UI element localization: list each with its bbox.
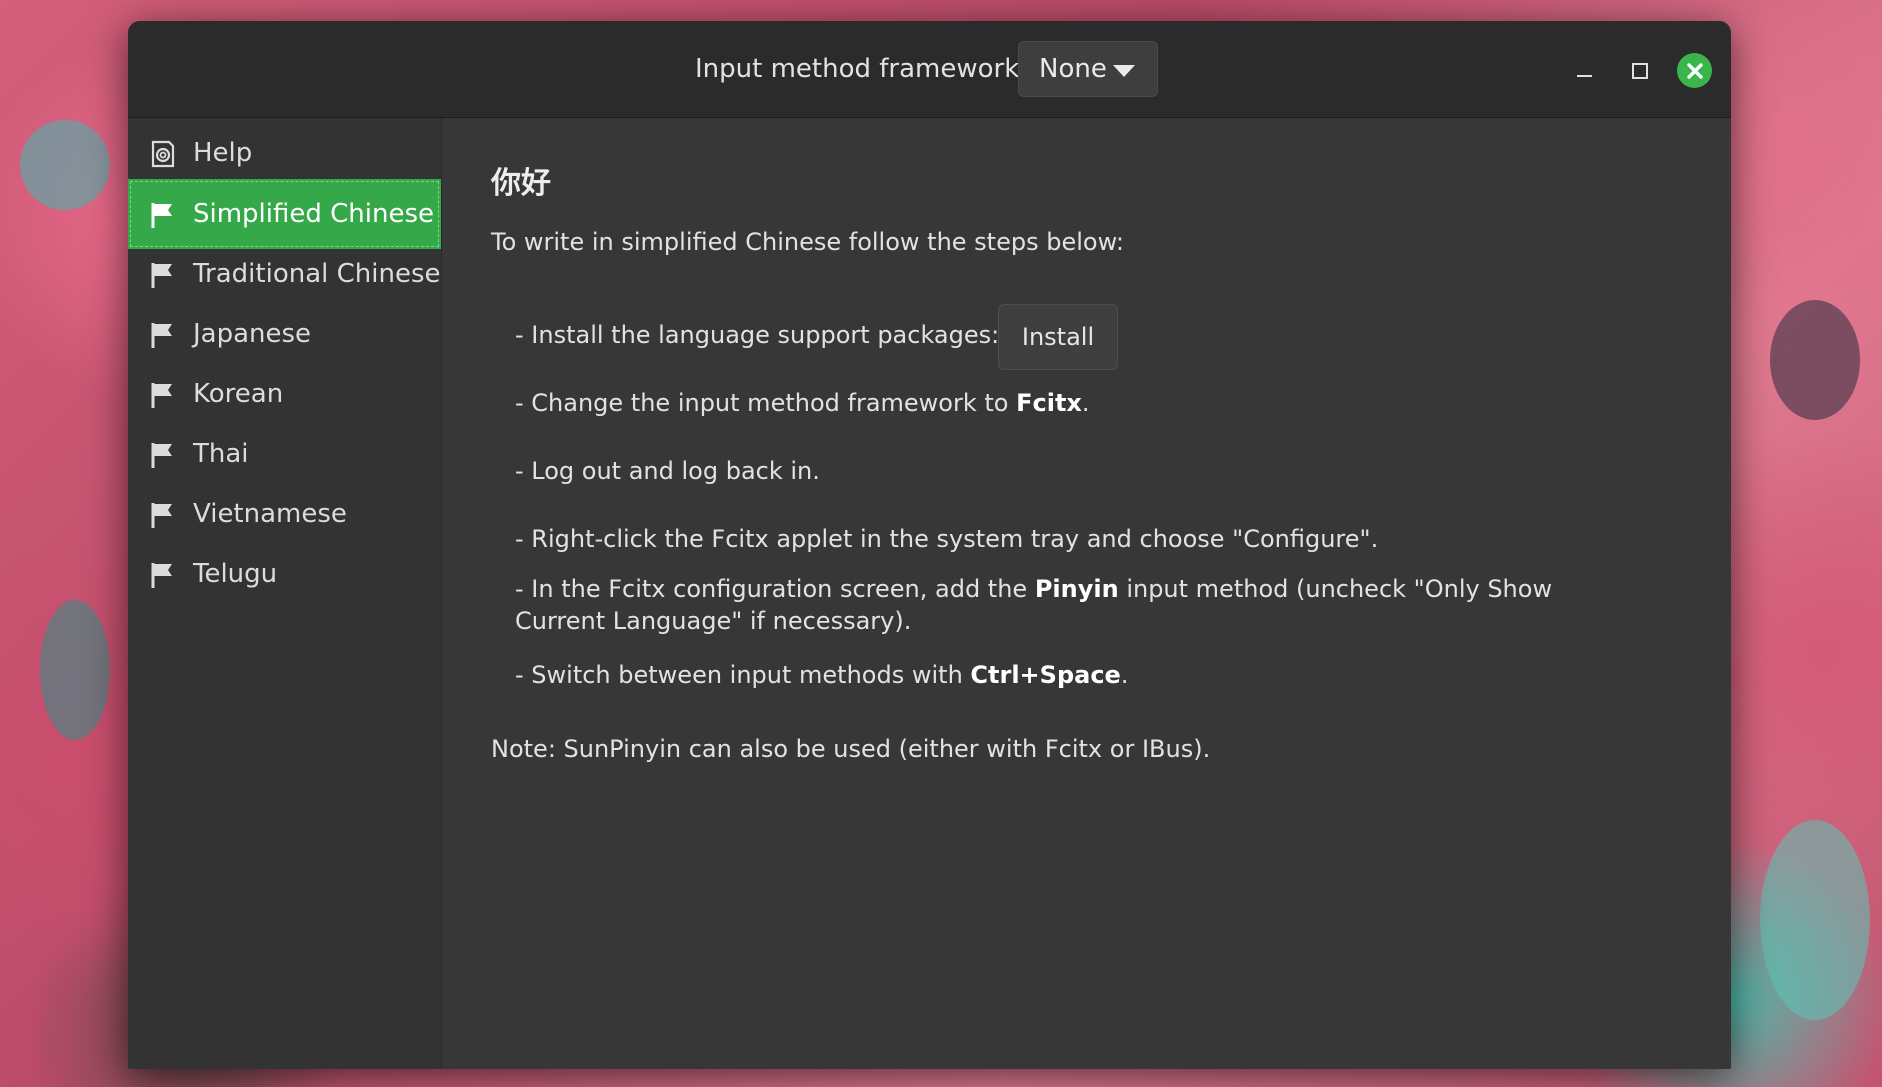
sidebar-item-label: Japanese <box>193 319 312 349</box>
wallpaper-splash <box>40 600 110 740</box>
sidebar-item-label: Telugu <box>193 559 278 589</box>
sidebar-item-label: Traditional Chinese <box>193 259 441 289</box>
flag-icon <box>150 561 176 589</box>
wallpaper-splash <box>1760 820 1870 1020</box>
install-button[interactable]: Install <box>998 304 1118 370</box>
flag-icon <box>150 381 176 409</box>
sidebar-item-label: Korean <box>193 379 284 409</box>
step-pinyin-bold: Pinyin <box>1034 575 1119 603</box>
step-configure-text: - Right-click the Fcitx applet in the sy… <box>515 525 1379 553</box>
content-pane: 你好 To write in simplified Chinese follow… <box>442 118 1731 1069</box>
step-switch-post: . <box>1120 661 1129 689</box>
step-framework-pre: - Change the input method framework to <box>515 389 1017 417</box>
step-switch-bold: Ctrl+Space <box>970 661 1121 689</box>
page-title: 你好 <box>491 166 551 201</box>
chevron-down-icon <box>1113 65 1135 77</box>
step-switch-pre: - Switch between input methods with <box>515 661 971 689</box>
help-icon <box>150 140 176 168</box>
framework-value: None <box>1039 54 1107 84</box>
sidebar-item-label: Thai <box>193 439 249 469</box>
step-install-text: - Install the language support packages: <box>515 321 1000 349</box>
sidebar-item-telugu[interactable]: Telugu <box>128 539 441 609</box>
flag-icon <box>150 261 176 289</box>
framework-dropdown[interactable]: None <box>1018 41 1158 97</box>
sidebar-item-help[interactable]: Help <box>128 118 441 188</box>
step-logout-text: - Log out and log back in. <box>515 457 820 485</box>
flag-icon <box>150 201 176 229</box>
sidebar-item-label: Simplified Chinese <box>193 199 435 229</box>
framework-label: Input method framework: <box>695 54 1029 84</box>
app-window: Input method framework: None Help Simpli… <box>128 21 1731 1069</box>
close-icon[interactable] <box>1677 53 1712 88</box>
maximize-icon[interactable] <box>1622 53 1656 87</box>
step-pinyin-pre: - In the Fcitx configuration screen, add… <box>515 575 1035 603</box>
flag-icon <box>150 501 176 529</box>
intro-text: To write in simplified Chinese follow th… <box>491 228 1124 256</box>
sidebar: Help Simplified Chinese Traditional Chin… <box>128 118 442 1069</box>
header-bar: Input method framework: None <box>128 21 1731 118</box>
step-switch-text: - Switch between input methods with Ctrl… <box>515 661 1128 689</box>
step-framework-post: . <box>1081 389 1090 417</box>
step-framework-text: - Change the input method framework to F… <box>515 389 1090 417</box>
sidebar-item-label: Vietnamese <box>193 499 347 529</box>
wallpaper-splash <box>20 120 110 210</box>
flag-icon <box>150 441 176 469</box>
wallpaper-splash <box>1770 300 1860 420</box>
step-pinyin-text: - In the Fcitx configuration screen, add… <box>515 573 1635 637</box>
flag-icon <box>150 321 176 349</box>
note-text: Note: SunPinyin can also be used (either… <box>491 735 1211 763</box>
sidebar-item-label: Help <box>193 138 253 168</box>
minimize-icon[interactable] <box>1567 53 1601 87</box>
step-framework-bold: Fcitx <box>1016 389 1082 417</box>
